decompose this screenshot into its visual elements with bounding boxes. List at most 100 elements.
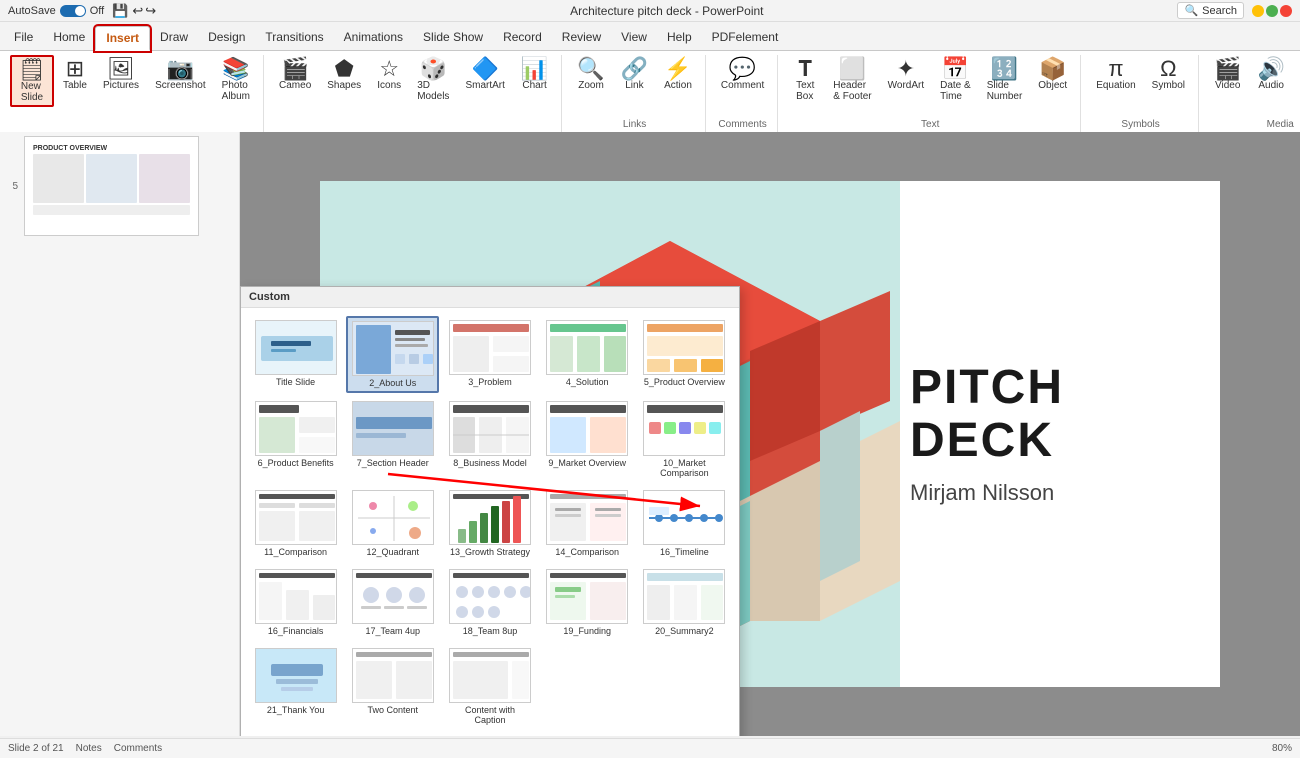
layout-item-13[interactable]: 13_Growth Strategy bbox=[443, 486, 536, 561]
header-footer-button[interactable]: ⬜ Header& Footer bbox=[826, 55, 878, 105]
link-label: Link bbox=[625, 80, 643, 91]
object-label: Object bbox=[1038, 80, 1067, 91]
tab-slideshow[interactable]: Slide Show bbox=[413, 26, 493, 50]
textbox-button[interactable]: 𝐓 TextBox bbox=[786, 55, 824, 105]
video-icon: 🎬 bbox=[1214, 58, 1241, 80]
tab-help[interactable]: Help bbox=[657, 26, 702, 50]
3d-models-label: 3DModels bbox=[417, 80, 449, 102]
slides-group: 🗒 NewSlide ⊞ Table 🖼 Pictures 📷 Screensh… bbox=[4, 55, 264, 132]
layout-item-22[interactable]: 21_Thank You bbox=[249, 644, 342, 729]
layout-item-11[interactable]: 11_Comparison bbox=[249, 486, 342, 561]
link-button[interactable]: 🔗 Link bbox=[614, 55, 655, 94]
textbox-icon: 𝐓 bbox=[798, 58, 812, 80]
layout-item-12[interactable]: 12_Quadrant bbox=[346, 486, 439, 561]
notes-button[interactable]: Notes bbox=[76, 743, 102, 754]
chart-button[interactable]: 📊 Chart bbox=[514, 55, 555, 94]
layout-item-9[interactable]: 9_Market Overview bbox=[541, 397, 634, 482]
layout-item-2[interactable]: 2_About Us bbox=[346, 316, 439, 393]
layout-item-19[interactable]: 18_Team 8up bbox=[443, 565, 536, 640]
tab-insert[interactable]: Insert bbox=[95, 26, 150, 51]
new-slide-button[interactable]: 🗒 NewSlide bbox=[10, 55, 54, 107]
layout-item-10[interactable]: 10_Market Comparison bbox=[638, 397, 731, 482]
layouts-dropdown: Custom Title Slide2_About Us3_Problem4_S… bbox=[240, 286, 740, 736]
search-box[interactable]: 🔍 Search bbox=[1177, 2, 1244, 19]
3d-models-button[interactable]: 🎲 3DModels bbox=[410, 55, 456, 105]
tab-transitions[interactable]: Transitions bbox=[255, 26, 333, 50]
illustrations-group: 🎬 Cameo ⬟ Shapes ☆ Icons 🎲 3DModels 🔷 bbox=[266, 55, 562, 132]
photo-album-label: PhotoAlbum bbox=[222, 80, 250, 102]
tab-design[interactable]: Design bbox=[198, 26, 255, 50]
zoom-button[interactable]: 🔍 Zoom bbox=[570, 55, 611, 94]
layout-item-8[interactable]: 8_Business Model bbox=[443, 397, 536, 482]
layout-item-23[interactable]: Two Content bbox=[346, 644, 439, 729]
layout-item-7[interactable]: 7_Section Header bbox=[346, 397, 439, 482]
undo-icon[interactable]: ↩ bbox=[132, 3, 143, 19]
tab-file[interactable]: File bbox=[4, 26, 43, 50]
layout-thumb-17 bbox=[255, 569, 337, 624]
slide-preview-5: PRODUCT OVERVIEW bbox=[24, 136, 199, 236]
save-icon[interactable]: 💾 bbox=[112, 3, 128, 19]
redo-icon[interactable]: ↪ bbox=[145, 3, 156, 19]
layout-item-20[interactable]: 19_Funding bbox=[541, 565, 634, 640]
comment-button[interactable]: 💬 Comment bbox=[714, 55, 771, 94]
date-time-button[interactable]: 📅 Date &Time bbox=[933, 55, 978, 105]
video-button[interactable]: 🎬 Video bbox=[1207, 55, 1248, 94]
screenshot-button[interactable]: 📷 Screenshot bbox=[148, 55, 213, 94]
photo-album-button[interactable]: 📚 PhotoAlbum bbox=[215, 55, 257, 105]
tab-home[interactable]: Home bbox=[43, 26, 95, 50]
layout-item-3[interactable]: 3_Problem bbox=[443, 316, 536, 393]
slide-thumb-5[interactable]: 5 PRODUCT OVERVIEW bbox=[0, 132, 239, 240]
layout-name-14: 14_Comparison bbox=[555, 547, 619, 557]
shapes-button[interactable]: ⬟ Shapes bbox=[320, 55, 368, 94]
layout-item-1[interactable]: Title Slide bbox=[249, 316, 342, 393]
layout-item-5[interactable]: 5_Product Overview bbox=[638, 316, 731, 393]
tab-record[interactable]: Record bbox=[493, 26, 552, 50]
screenshot-label: Screenshot bbox=[155, 80, 206, 91]
maximize-button[interactable] bbox=[1266, 5, 1278, 17]
layout-item-21[interactable]: 20_Summary2 bbox=[638, 565, 731, 640]
wordart-button[interactable]: ✦ WordArt bbox=[881, 55, 932, 94]
layout-item-16[interactable]: 16_Timeline bbox=[638, 486, 731, 561]
equation-button[interactable]: π Equation bbox=[1089, 55, 1142, 94]
layout-item-24[interactable]: Content with Caption bbox=[443, 644, 536, 729]
links-group: 🔍 Zoom 🔗 Link ⚡ Action Links bbox=[564, 55, 706, 132]
cameo-button[interactable]: 🎬 Cameo bbox=[272, 55, 318, 94]
layout-name-2: 2_About Us bbox=[369, 378, 416, 388]
symbol-button[interactable]: Ω Symbol bbox=[1145, 55, 1192, 94]
layout-item-4[interactable]: 4_Solution bbox=[541, 316, 634, 393]
layout-thumb-7 bbox=[352, 401, 434, 456]
slide-panel[interactable]: 5 PRODUCT OVERVIEW bbox=[0, 132, 240, 736]
close-button[interactable] bbox=[1280, 5, 1292, 17]
autosave-toggle[interactable] bbox=[60, 5, 86, 17]
layout-name-5: 5_Product Overview bbox=[644, 377, 725, 387]
layout-item-14[interactable]: 14_Comparison bbox=[541, 486, 634, 561]
table-button[interactable]: ⊞ Table bbox=[56, 55, 94, 94]
layout-item-6[interactable]: 6_Product Benefits bbox=[249, 397, 342, 482]
tab-review[interactable]: Review bbox=[552, 26, 611, 50]
screen-recording-button[interactable]: ⏺ ScreenRecording bbox=[1294, 55, 1300, 105]
slide-number-button[interactable]: 🔢 SlideNumber bbox=[980, 55, 1030, 105]
window-title: Architecture pitch deck - PowerPoint bbox=[156, 4, 1177, 18]
photo-album-icon: 📚 bbox=[222, 58, 249, 80]
smartart-button[interactable]: 🔷 SmartArt bbox=[458, 55, 511, 94]
tab-view[interactable]: View bbox=[611, 26, 657, 50]
layout-item-17[interactable]: 16_Financials bbox=[249, 565, 342, 640]
layout-name-6: 6_Product Benefits bbox=[258, 458, 334, 468]
audio-button[interactable]: 🔊 Audio bbox=[1250, 55, 1291, 94]
pictures-button[interactable]: 🖼 Pictures bbox=[96, 55, 146, 94]
object-button[interactable]: 📦 Object bbox=[1031, 55, 1074, 94]
tab-animations[interactable]: Animations bbox=[334, 26, 413, 50]
layout-item-18[interactable]: 17_Team 4up bbox=[346, 565, 439, 640]
shapes-icon: ⬟ bbox=[335, 58, 354, 80]
chart-label: Chart bbox=[522, 80, 546, 91]
minimize-button[interactable] bbox=[1252, 5, 1264, 17]
layouts-grid[interactable]: Title Slide 2_About Us 3_Problem4_Solution… bbox=[241, 308, 739, 736]
links-group-content: 🔍 Zoom 🔗 Link ⚡ Action bbox=[570, 55, 699, 117]
layout-thumb-10 bbox=[643, 401, 725, 456]
comments-button[interactable]: Comments bbox=[114, 743, 162, 754]
textbox-label: TextBox bbox=[796, 80, 814, 102]
tab-pdfelement[interactable]: PDFelement bbox=[702, 26, 789, 50]
tab-draw[interactable]: Draw bbox=[150, 26, 198, 50]
icons-button[interactable]: ☆ Icons bbox=[370, 55, 408, 94]
action-button[interactable]: ⚡ Action bbox=[657, 55, 699, 94]
